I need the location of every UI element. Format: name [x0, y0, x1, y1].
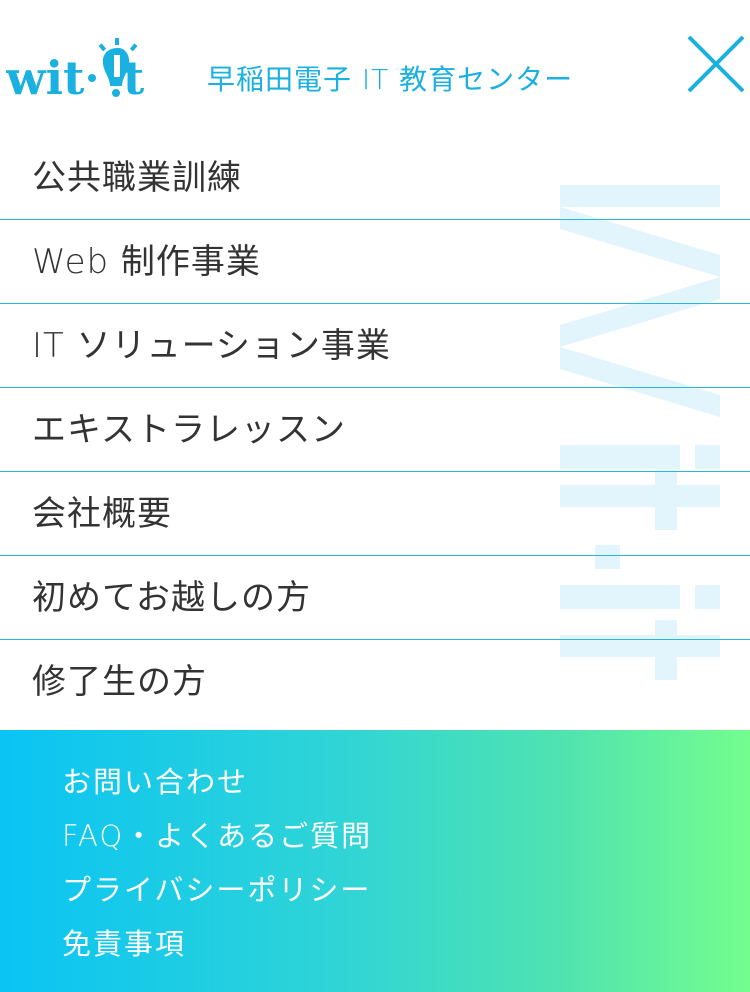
menu-item-label: Web 制作事業: [32, 242, 261, 282]
footer-link-contact[interactable]: お問い合わせ: [62, 762, 248, 802]
menu-item-label: 初めてお越しの方: [32, 578, 311, 618]
menu-item-label: IT ソリューション事業: [32, 326, 391, 366]
footer-link-privacy[interactable]: プライバシーポリシー: [62, 870, 371, 910]
menu-item-label: 会社概要: [32, 494, 172, 534]
menu-item-extra-lesson[interactable]: エキストラレッスン: [0, 388, 750, 472]
menu-item-public-training[interactable]: 公共職業訓練: [0, 136, 750, 220]
brand-logo[interactable]: wit t: [6, 38, 176, 102]
footer-link-disclaimer[interactable]: 免責事項: [62, 924, 186, 964]
menu-item-graduates[interactable]: 修了生の方: [0, 640, 750, 724]
menu-item-web-production[interactable]: Web 制作事業: [0, 220, 750, 304]
footer-link-faq[interactable]: FAQ・よくあるご質問: [62, 816, 372, 856]
main-menu: 公共職業訓練 Web 制作事業 IT ソリューション事業 エキストラレッスン 会…: [0, 136, 750, 724]
menu-item-label: 修了生の方: [32, 662, 207, 702]
menu-page: wit t 早稲田電子 IT 教育センター 公共職業訓練 Web 制作事業 IT…: [0, 0, 750, 992]
menu-item-label: エキストラレッスン: [32, 410, 346, 450]
menu-item-it-solutions[interactable]: IT ソリューション事業: [0, 304, 750, 388]
header: wit t 早稲田電子 IT 教育センター: [0, 0, 750, 140]
site-title: 早稲田電子 IT 教育センター: [207, 63, 574, 96]
footer-links: お問い合わせ FAQ・よくあるご質問 プライバシーポリシー 免責事項: [0, 730, 750, 992]
menu-item-company[interactable]: 会社概要: [0, 472, 750, 556]
menu-item-first-visit[interactable]: 初めてお越しの方: [0, 556, 750, 640]
close-icon[interactable]: [686, 34, 746, 94]
logo-text-left: wit: [6, 51, 85, 102]
menu-item-label: 公共職業訓練: [32, 158, 242, 198]
